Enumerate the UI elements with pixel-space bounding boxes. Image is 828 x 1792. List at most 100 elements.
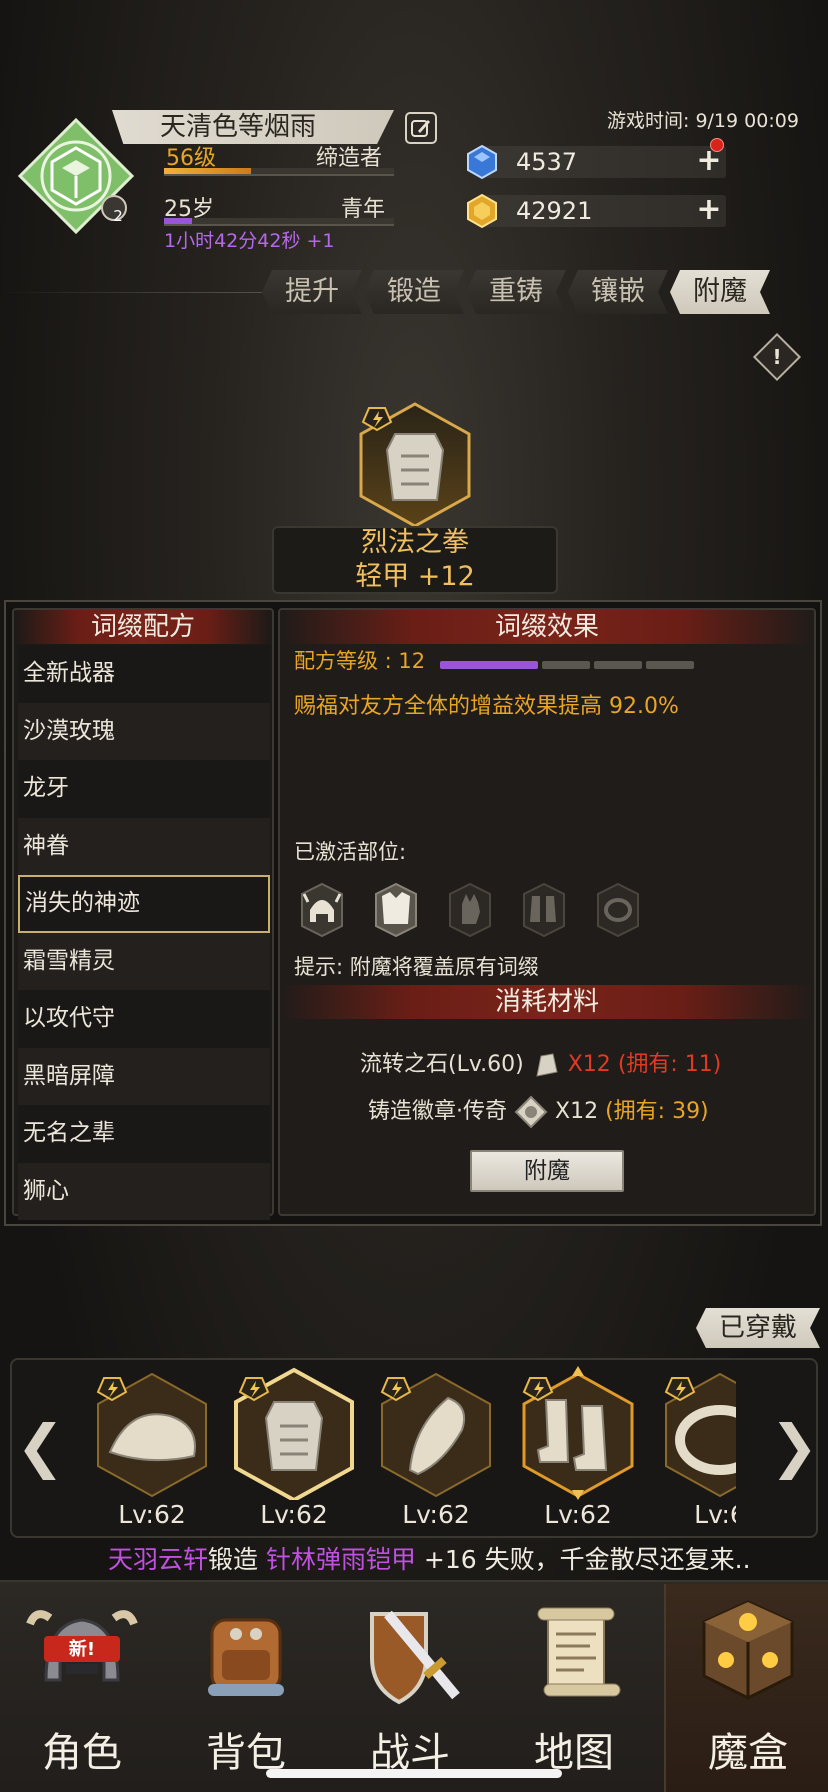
news-ticker: 天羽云轩锻造 针林弹雨铠甲 +16 失败，千金散尽还复来..	[108, 1540, 751, 1576]
recipe-list: 全新战器 沙漠玫瑰 龙牙 神眷 消失的神迹 霜雪精灵 以攻代守 黑暗屏障 无名之…	[18, 645, 270, 1220]
equip-slot-hat[interactable]: Lv:62	[90, 1366, 214, 1536]
player-name: 天清色等烟雨	[112, 110, 394, 144]
gem-count: 4537	[516, 148, 578, 176]
equipped-label[interactable]: 已穿戴	[696, 1308, 820, 1348]
stone-icon	[536, 1053, 558, 1077]
scroll-map-icon	[537, 1607, 621, 1697]
nav-label: 魔盒	[708, 1730, 788, 1776]
helmet-icon	[301, 882, 343, 938]
boots-icon	[522, 1366, 634, 1500]
new-badge: 新!	[69, 1638, 95, 1660]
recipe-item-selected[interactable]: 消失的神迹	[18, 875, 270, 933]
age-progress-bar	[164, 218, 394, 226]
recipe-item[interactable]: 霜雪精灵	[18, 932, 270, 990]
edit-icon	[411, 120, 430, 137]
slot-level: Lv:62	[402, 1500, 470, 1529]
effect-description: 赐福对友方全体的增益效果提高 92.0%	[294, 694, 679, 719]
rank-badge: 2	[113, 207, 123, 225]
slot-level: Lv:62	[118, 1500, 186, 1529]
gem-currency: 4537 +	[467, 138, 726, 180]
material-name: 铸造徽章·传奇	[368, 1099, 507, 1124]
activated-slots-label: 已激活部位:	[294, 840, 407, 864]
level-segment	[440, 661, 538, 669]
ring-icon	[597, 882, 639, 938]
material-quantity: X12	[567, 1052, 611, 1077]
material-quantity: X12	[555, 1099, 599, 1124]
recipe-item[interactable]: 神眷	[18, 817, 270, 875]
item-subtitle: 轻甲 +12	[355, 561, 475, 592]
level-segment	[646, 661, 694, 669]
slot-level: Lv:6	[694, 1500, 736, 1529]
next-arrow-icon[interactable]: ❯	[770, 1412, 819, 1480]
recipe-item[interactable]: 狮心	[18, 1162, 270, 1220]
nav-magic-box[interactable]: 魔盒	[664, 1584, 828, 1792]
enchant-tip: 提示: 附魔将覆盖原有词缀	[294, 955, 539, 979]
recipe-item[interactable]: 全新战器	[18, 645, 270, 703]
nav-label: 角色	[42, 1730, 122, 1776]
nav-backpack[interactable]: 背包	[164, 1584, 328, 1792]
nav-map[interactable]: 地图	[492, 1584, 656, 1792]
blue-gem-icon	[467, 144, 497, 180]
material-row: 铸造徽章·传奇 X12 (拥有: 39)	[368, 1093, 709, 1129]
add-gold-button[interactable]: +	[696, 195, 722, 225]
armor-icon	[375, 882, 417, 938]
recipe-item[interactable]: 黑暗屏障	[18, 1047, 270, 1105]
helmet-icon: 新!	[26, 1610, 138, 1682]
equip-slot-glove[interactable]: Lv:62	[374, 1366, 498, 1536]
notification-dot	[710, 138, 724, 152]
activated-slots	[301, 882, 639, 938]
material-name: 流转之石(Lv.60)	[360, 1052, 524, 1077]
badge-icon	[514, 1095, 548, 1129]
backpack-icon	[208, 1618, 284, 1696]
gold-count: 42921	[516, 197, 593, 225]
news-item: 针林弹雨铠甲	[265, 1545, 416, 1574]
armor-icon	[234, 1367, 354, 1503]
news-action: 锻造	[208, 1545, 266, 1574]
tab-inlay[interactable]: 镶嵌	[568, 270, 668, 314]
home-indicator[interactable]	[266, 1769, 562, 1778]
equip-slot-ring[interactable]: Lv:6	[658, 1366, 736, 1536]
recipe-item[interactable]: 无名之辈	[18, 1105, 270, 1163]
hat-icon	[96, 1372, 207, 1498]
news-player: 天羽云轩	[108, 1545, 209, 1574]
enchant-button[interactable]: 附魔	[470, 1150, 624, 1192]
tab-forge[interactable]: 锻造	[364, 270, 464, 314]
boots-icon	[523, 882, 565, 938]
warning-icon: !	[772, 345, 782, 369]
level-segment	[542, 661, 590, 669]
material-owned: (拥有: 11)	[617, 1052, 722, 1077]
recipe-item[interactable]: 龙牙	[18, 760, 270, 818]
tab-enchant[interactable]: 附魔	[670, 270, 770, 314]
gold-currency: 42921 +	[467, 193, 726, 229]
ring-icon	[664, 1372, 736, 1498]
materials-title: 消耗材料	[278, 985, 816, 1019]
materials-header: 消耗材料	[278, 985, 816, 1019]
edit-name-button[interactable]	[405, 112, 437, 144]
nav-character[interactable]: 新! 角色	[0, 1584, 164, 1792]
magic-cube-icon	[702, 1600, 794, 1700]
gold-coin-icon	[467, 193, 497, 229]
equip-slot-boots[interactable]: Lv:62	[516, 1366, 640, 1536]
tab-reforge[interactable]: 重铸	[466, 270, 566, 314]
tab-upgrade[interactable]: 提升	[262, 270, 362, 314]
level-segment	[594, 661, 642, 669]
equip-slot-armor[interactable]: Lv:62	[232, 1366, 356, 1536]
glove-icon	[380, 1372, 491, 1498]
add-gems-button[interactable]: +	[696, 146, 722, 176]
prev-arrow-icon[interactable]: ❮	[16, 1412, 65, 1480]
game-time: 游戏时间: 9/19 00:09	[607, 110, 799, 132]
material-row: 流转之石(Lv.60) X12 (拥有: 11)	[360, 1046, 721, 1080]
sword-shield-icon	[370, 1610, 460, 1705]
slot-level: Lv:62	[260, 1500, 328, 1529]
effect-panel-title: 词缀效果	[280, 610, 814, 644]
slot-level: Lv:62	[544, 1500, 612, 1529]
recipe-list-title: 词缀配方	[14, 610, 272, 644]
age-timer: 1小时42分42秒 +1	[164, 230, 335, 252]
item-name: 烈法之拳	[361, 527, 469, 558]
material-owned: (拥有: 39)	[605, 1099, 709, 1124]
recipe-item[interactable]: 沙漠玫瑰	[18, 702, 270, 760]
recipe-item[interactable]: 以攻代守	[18, 990, 270, 1048]
nav-battle[interactable]: 战斗	[328, 1584, 492, 1792]
glove-icon	[449, 882, 491, 938]
divider	[0, 292, 262, 293]
